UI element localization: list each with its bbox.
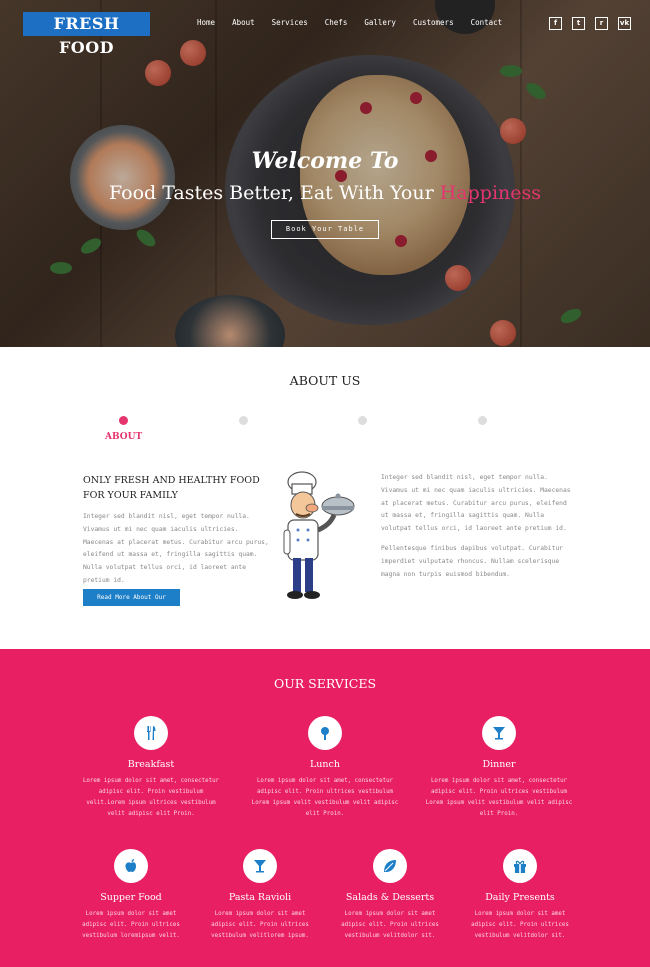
service-name: Daily Presents bbox=[485, 892, 555, 903]
service-item[interactable]: Breakfast Lorem ipsum dolor sit amet, co… bbox=[78, 716, 224, 820]
nav-gallery[interactable]: Gallery bbox=[364, 18, 396, 27]
service-desc: Lorem ipsum dolor sit amet, consectetur … bbox=[251, 778, 399, 817]
chef-illustration bbox=[283, 471, 355, 599]
tab-dot-about[interactable] bbox=[119, 416, 128, 425]
apple-icon bbox=[114, 849, 148, 883]
site-logo[interactable]: FRESH FOOD bbox=[23, 12, 150, 57]
hero-subtitle-main: Food Tastes Better, Eat With Your bbox=[109, 182, 440, 204]
service-name: Lunch bbox=[310, 759, 340, 770]
nav-chefs[interactable]: Chefs bbox=[325, 18, 348, 27]
service-desc: Lorem ipsum dolor sit amet adipisc elit.… bbox=[211, 911, 309, 939]
about-right-paragraph: Integer sed blandit nisl, eget tempor nu… bbox=[381, 474, 571, 533]
about-right-text: Integer sed blandit nisl, eget tempor nu… bbox=[381, 472, 571, 581]
service-name: Supper Food bbox=[100, 892, 162, 903]
services-section: OUR SERVICES Breakfast Lorem ipsum dolor… bbox=[0, 649, 650, 967]
rss-icon[interactable]: r bbox=[595, 17, 608, 30]
read-more-button[interactable]: Read More About Our Recipes bbox=[83, 589, 180, 618]
nav-home[interactable]: Home bbox=[197, 18, 215, 27]
nav-contact[interactable]: Contact bbox=[471, 18, 503, 27]
leaf-icon bbox=[373, 849, 407, 883]
nav-about[interactable]: About bbox=[232, 18, 255, 27]
service-desc: Lorem ipsum dolor sit amet, consectetur … bbox=[425, 778, 573, 817]
about-section-title: ABOUT US bbox=[289, 373, 361, 388]
hero-banner: FRESH FOOD Home About Services Chefs Gal… bbox=[0, 0, 650, 347]
hero-subtitle-accent: Happiness bbox=[439, 182, 541, 204]
about-heading: ONLY FRESH AND HEALTHY FOOD FOR YOUR FAM… bbox=[83, 475, 260, 501]
service-item[interactable]: Dinner Lorem ipsum dolor sit amet, conse… bbox=[424, 716, 574, 820]
vk-icon[interactable]: vk bbox=[618, 17, 631, 30]
service-desc: Lorem ipsum dolor sit amet, consectetur … bbox=[82, 778, 220, 817]
tab-about-label[interactable]: ABOUT bbox=[105, 432, 142, 442]
drumstick-icon bbox=[308, 716, 342, 750]
gift-icon bbox=[503, 849, 537, 883]
tab-dot[interactable] bbox=[239, 416, 248, 425]
service-item[interactable]: Lunch Lorem ipsum dolor sit amet, consec… bbox=[250, 716, 400, 820]
nav-customers[interactable]: Customers bbox=[413, 18, 454, 27]
service-name: Dinner bbox=[482, 759, 516, 770]
about-right-paragraph: Pellentesque finibus dapibus volutpat. C… bbox=[381, 544, 563, 578]
social-links: f t r vk bbox=[549, 17, 631, 30]
service-item[interactable]: Supper Food Lorem ipsum dolor sit amet a… bbox=[76, 849, 186, 942]
cutlery-icon bbox=[134, 716, 168, 750]
service-desc: Lorem ipsum dolor sit amet adipisc elit.… bbox=[82, 911, 180, 939]
service-desc: Lorem ipsum dolor sit amet adipisc elit.… bbox=[341, 911, 439, 939]
tab-dot[interactable] bbox=[478, 416, 487, 425]
glass-icon bbox=[243, 849, 277, 883]
nav-services[interactable]: Services bbox=[272, 18, 308, 27]
services-title: OUR SERVICES bbox=[273, 676, 377, 691]
service-name: Salads & Desserts bbox=[345, 892, 435, 903]
main-nav: Home About Services Chefs Gallery Custom… bbox=[197, 18, 502, 27]
twitter-icon[interactable]: t bbox=[572, 17, 585, 30]
about-text: Integer sed blandit nisl, eget tempor nu… bbox=[83, 513, 269, 584]
hero-subtitle: Food Tastes Better, Eat With Your Happin… bbox=[0, 182, 650, 204]
service-item[interactable]: Pasta Ravioli Lorem ipsum dolor sit amet… bbox=[205, 849, 315, 942]
service-desc: Lorem ipsum dolor sit amet adipisc elit.… bbox=[471, 911, 569, 939]
book-table-button[interactable]: Book Your Table bbox=[271, 220, 379, 239]
service-item[interactable]: Daily Presents Lorem ipsum dolor sit ame… bbox=[465, 849, 575, 942]
facebook-icon[interactable]: f bbox=[549, 17, 562, 30]
hero-title: Welcome To bbox=[251, 148, 399, 174]
service-item[interactable]: Salads & Desserts Lorem ipsum dolor sit … bbox=[335, 849, 445, 942]
service-name: Pasta Ravioli bbox=[228, 892, 292, 903]
tab-dot[interactable] bbox=[358, 416, 367, 425]
cocktail-icon bbox=[482, 716, 516, 750]
service-name: Breakfast bbox=[127, 759, 175, 770]
